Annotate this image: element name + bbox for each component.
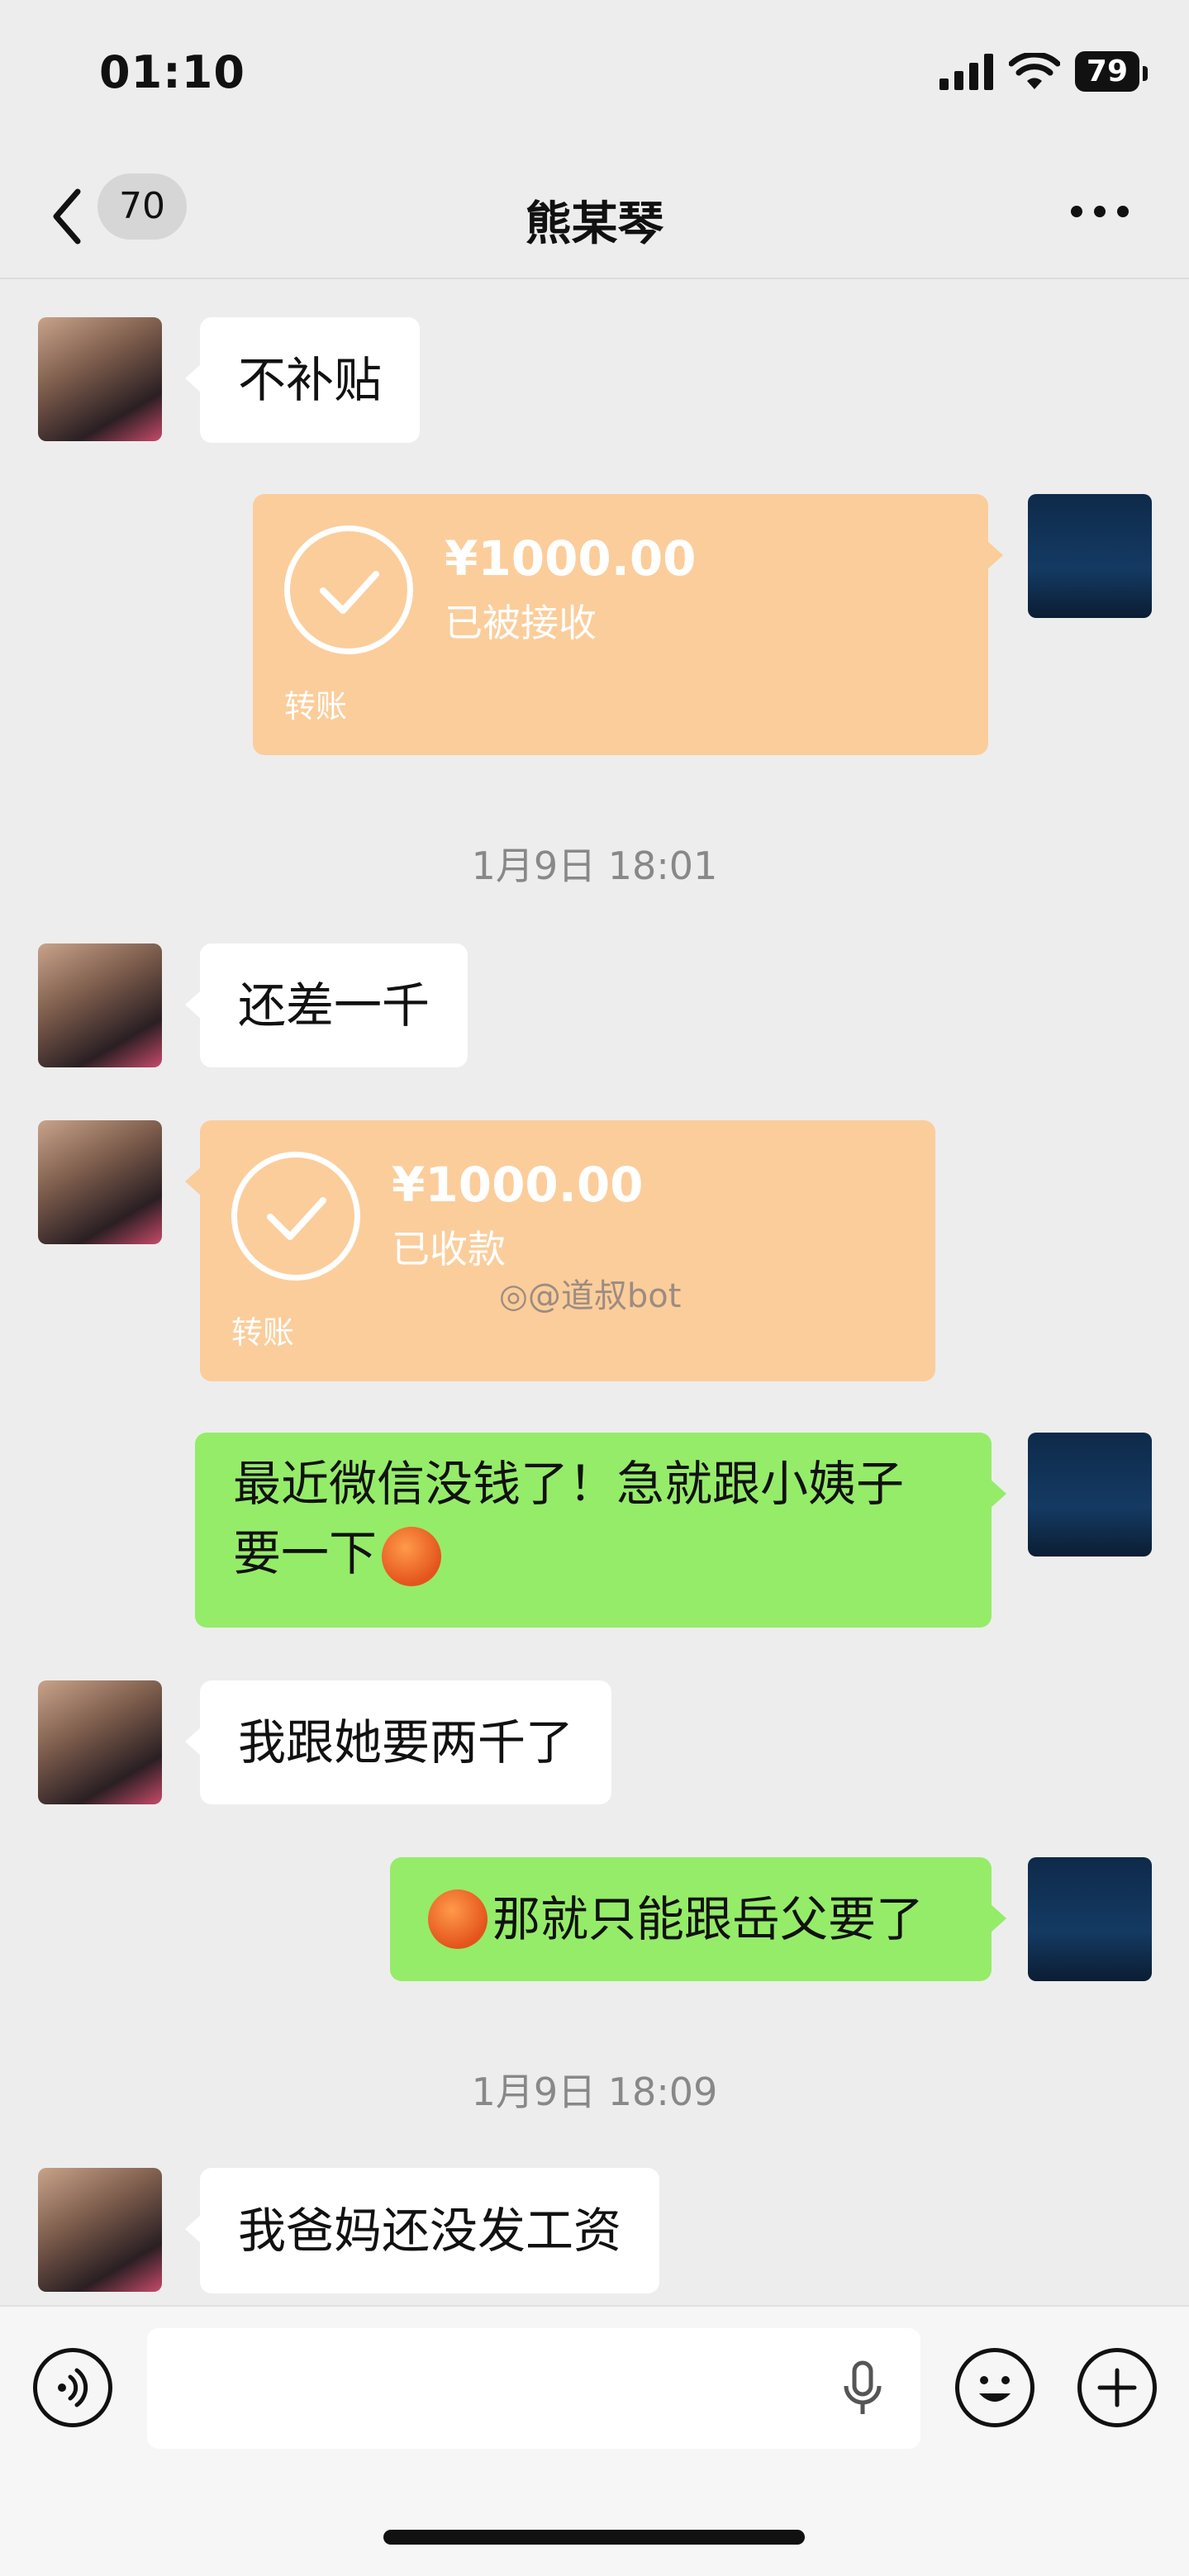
my-avatar[interactable] bbox=[1028, 1857, 1152, 1981]
message-text: 不补贴 bbox=[238, 352, 383, 408]
watermark: ◎@道叔bot bbox=[499, 1269, 681, 1317]
message-bubble-sent[interactable]: 那就只能跟岳父要了 bbox=[390, 1857, 1006, 1981]
contact-avatar[interactable] bbox=[38, 1680, 162, 1804]
message-text-line: 要一下 bbox=[233, 1519, 954, 1588]
message-text-line: 最近微信没钱了！急就跟小姨子 bbox=[233, 1456, 905, 1512]
check-icon bbox=[231, 1152, 360, 1281]
transfer-status: 已被接收 bbox=[445, 601, 597, 645]
battery-icon: 79 bbox=[1074, 51, 1149, 92]
contact-avatar[interactable] bbox=[38, 1120, 162, 1244]
weibo-logo-icon: ◎ bbox=[499, 1277, 528, 1315]
message-text: 还差一千 bbox=[238, 977, 430, 1034]
signal-icon bbox=[939, 53, 993, 90]
transfer-label: 转账 bbox=[231, 1314, 295, 1351]
chat-title: 熊某琴 bbox=[525, 197, 664, 251]
transfer-amount: ¥1000.00 bbox=[392, 1157, 644, 1213]
chat-header: 70 熊某琴 bbox=[0, 149, 1189, 279]
message-text: 那就只能跟岳父要了 bbox=[492, 1891, 925, 1947]
voice-icon bbox=[58, 2368, 88, 2407]
wifi-icon bbox=[1008, 52, 1060, 89]
home-indicator[interactable] bbox=[383, 2530, 805, 2545]
smiley-icon bbox=[979, 2376, 1011, 2402]
input-bar bbox=[0, 2305, 1189, 2576]
message-bubble-received[interactable]: 我跟她要两千了 bbox=[184, 1680, 612, 1804]
more-functions-button[interactable] bbox=[1077, 2348, 1157, 2427]
message-bubble-received[interactable]: 不补贴 bbox=[184, 317, 421, 443]
status-bar: 01:10 79 bbox=[0, 0, 1189, 149]
message-bubble-received[interactable]: 还差一千 bbox=[184, 943, 468, 1067]
voice-mode-button[interactable] bbox=[33, 2348, 112, 2427]
microphone-icon[interactable] bbox=[838, 2360, 887, 2419]
contact-avatar[interactable] bbox=[38, 943, 162, 1067]
sweat-emoji-icon bbox=[428, 1889, 487, 1949]
my-avatar[interactable] bbox=[1028, 494, 1152, 618]
message-text: 我跟她要两千了 bbox=[238, 1714, 574, 1770]
watermark-text: @道叔bot bbox=[527, 1277, 682, 1315]
timestamp: 1月9日 18:01 bbox=[471, 844, 718, 888]
message-input[interactable] bbox=[147, 2328, 920, 2449]
contact-avatar[interactable] bbox=[38, 2168, 162, 2292]
timestamp: 1月9日 18:09 bbox=[471, 2070, 718, 2114]
emoji-button[interactable] bbox=[955, 2348, 1034, 2427]
transfer-label: 转账 bbox=[284, 688, 348, 725]
plus-icon bbox=[1097, 2368, 1137, 2407]
message-bubble-sent[interactable]: 最近微信没钱了！急就跟小姨子 要一下 bbox=[195, 1433, 1006, 1628]
message-text: 我爸妈还没发工资 bbox=[238, 2203, 622, 2259]
check-icon bbox=[284, 525, 413, 654]
transfer-card-received[interactable]: ¥1000.00 已收款 转账 bbox=[185, 1120, 935, 1381]
more-options-icon[interactable] bbox=[1067, 195, 1133, 228]
status-time: 01:10 bbox=[99, 46, 245, 98]
transfer-status: 已收款 bbox=[392, 1227, 506, 1271]
my-avatar[interactable] bbox=[1028, 1433, 1152, 1557]
transfer-amount: ¥1000.00 bbox=[445, 530, 697, 587]
sweat-emoji-icon bbox=[382, 1526, 442, 1586]
status-icons: 79 bbox=[939, 51, 1149, 92]
message-bubble-received[interactable]: 我爸妈还没发工资 bbox=[184, 2168, 660, 2293]
contact-avatar[interactable] bbox=[38, 317, 162, 441]
transfer-card-sent[interactable]: ¥1000.00 已被接收 转账 bbox=[253, 494, 1003, 755]
